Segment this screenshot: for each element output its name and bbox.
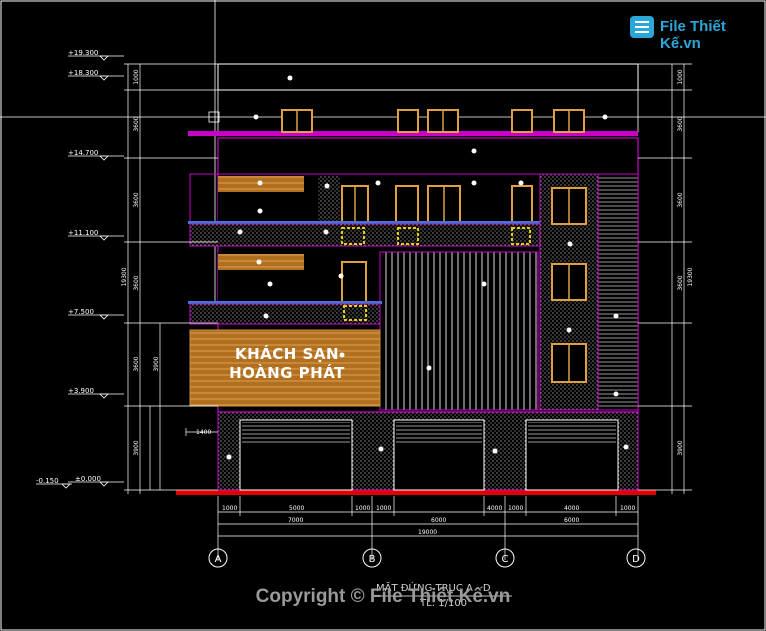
level-label: ±0.000 (75, 475, 101, 483)
bottom-dimension-label: 4000 (487, 505, 502, 512)
left-dimension-label: 3900 (133, 440, 140, 455)
copyright-watermark: Copyright © File Thiết Kế.vn (255, 586, 511, 607)
right-dimension-label: 3900 (677, 440, 684, 455)
bottom-dimension-label: 1000 (222, 505, 237, 512)
right-dimension-label: 3600 (677, 275, 684, 290)
bottom-dimension-label: 1000 (355, 505, 370, 512)
top-floor-windows (281, 109, 585, 133)
hotel-sign-line1: KHÁCH SẠN (234, 345, 340, 363)
axis-bubbles (208, 548, 646, 568)
right-dimension-label: 3600 (677, 192, 684, 207)
level-label: -0.150 (36, 477, 59, 485)
right-dimension-label: 1000 (677, 69, 684, 84)
left-dimension-label: 3600 (133, 116, 140, 131)
document-logo-icon (630, 16, 654, 38)
level-label: +18.300 (68, 69, 98, 77)
bottom-dimension-label: 5000 (289, 505, 304, 512)
third-floor (189, 173, 541, 225)
bottom-dimension-label: 4000 (564, 505, 579, 512)
small-dimension-label: 1400 (196, 429, 211, 436)
bottom-dimension-label: 1000 (620, 505, 635, 512)
ground-floor (217, 411, 639, 491)
right-dimension-label: 3600 (677, 116, 684, 131)
left-dimension-label: 3900 (153, 356, 160, 371)
bottom-dimension-label: 6000 (431, 517, 446, 524)
level-markers (36, 55, 124, 489)
axis-label-a: A (215, 554, 222, 565)
second-floor-balcony (188, 301, 382, 325)
bottom-dimension-label: 1000 (376, 505, 391, 512)
right-tower (539, 173, 639, 411)
cad-drawing-canvas: +19.300 +18.300 +14.700 +11.100 +7.500 +3.900… (0, 0, 766, 631)
axis-label-c: C (502, 554, 509, 565)
site-logo-text: File Thiết Kế.vn (660, 18, 726, 52)
bottom-dimension-label: 6000 (564, 517, 579, 524)
level-label: +11.100 (68, 229, 98, 237)
level-label: +19.300 (68, 49, 98, 57)
level-label: +14.700 (68, 149, 98, 157)
left-dimension-label: 3600 (133, 356, 140, 371)
bottom-total-dimension-label: 19000 (418, 529, 437, 536)
axis-label-d: D (632, 554, 640, 565)
bottom-dimension-label: 1000 (508, 505, 523, 512)
level-label: +3.900 (68, 387, 94, 395)
left-dimension-label: 1000 (133, 69, 140, 84)
left-dimension-label: 3600 (133, 275, 140, 290)
right-total-dimension-label: 19300 (687, 267, 694, 286)
axis-label-b: B (369, 554, 376, 565)
ground-line (176, 490, 656, 495)
hotel-sign-line2: HOÀNG PHÁT (229, 364, 345, 382)
bottom-dimension-label: 7000 (288, 517, 303, 524)
level-label: +7.500 (68, 308, 94, 316)
left-total-dimension-label: 19300 (121, 267, 128, 286)
left-dimension-label: 3600 (133, 192, 140, 207)
